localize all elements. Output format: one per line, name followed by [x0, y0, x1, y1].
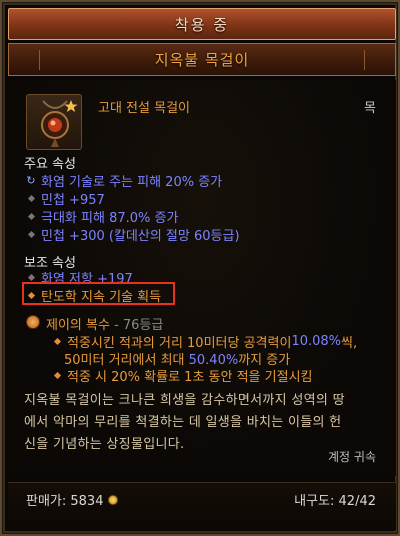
gold-coin-icon	[108, 494, 119, 505]
primary-affix: 민첩 +300 (칼데산의 절망 60등급)	[26, 225, 240, 244]
primary-affix: 극대화 피해 87.0% 증가	[26, 207, 178, 226]
bullet-icon	[53, 371, 62, 380]
durability: 내구도: 42/42	[294, 494, 376, 509]
bullet-icon	[53, 337, 62, 346]
flavor-text: 지옥불 목걸이는 크나큰 희생을 감수하면서까지 성역의 땅 에서 악마의 무리…	[24, 393, 345, 452]
reroll-icon: ↻	[26, 174, 36, 187]
primary-affix: ↻ 화염 기술로 주는 피해 20% 증가	[26, 174, 223, 190]
amulet-icon	[26, 94, 82, 150]
legendary-gem-effect: 적중 시 20% 확률로 1초 동안 적을 기절시킴	[52, 366, 313, 385]
legendary-gem-icon	[26, 315, 40, 329]
account-bound-label: 계정 귀속	[328, 450, 376, 464]
item-type: 고대 전설 목걸이	[98, 101, 190, 116]
item-slot: 목	[364, 101, 376, 116]
bullet-icon	[27, 230, 36, 239]
item-name: 지옥불 목걸이	[154, 51, 250, 69]
primary-title: 주요 속성	[24, 157, 76, 172]
bullet-icon	[27, 194, 36, 203]
item-name-header: 지옥불 목걸이	[8, 43, 396, 76]
highlight-box	[22, 282, 175, 305]
equipped-label: 착용 중	[174, 15, 230, 34]
sell-price: 판매가: 5834	[26, 490, 119, 509]
equipped-header: 착용 중	[8, 8, 396, 40]
legendary-gem-name: 제이의 복수 - 76등급	[46, 318, 164, 333]
bullet-icon	[27, 212, 36, 221]
bullet-icon	[27, 273, 36, 282]
primary-affix: 민첩 +957	[26, 189, 105, 208]
item-tooltip: 착용 중 지옥불 목걸이 고대 전설 목걸이 목 주요 속성 ↻ 화염 기술로 …	[0, 0, 400, 536]
